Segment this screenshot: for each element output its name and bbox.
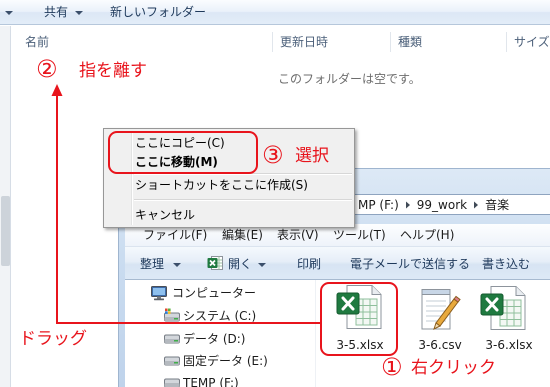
drag-label: ドラッグ — [19, 329, 87, 349]
file-highlight-frame — [320, 282, 398, 356]
menu-highlight-frame — [108, 131, 258, 174]
step3-label: 選択 — [295, 146, 329, 166]
step2-number: ② — [36, 55, 58, 83]
step1-number: ① — [381, 353, 403, 381]
step1-label: 右クリック — [411, 358, 496, 378]
arrowhead-icon — [51, 84, 63, 96]
step2-label: 指を離す — [79, 61, 147, 81]
drag-path-line — [56, 93, 320, 324]
step3-number: ③ — [262, 141, 284, 169]
